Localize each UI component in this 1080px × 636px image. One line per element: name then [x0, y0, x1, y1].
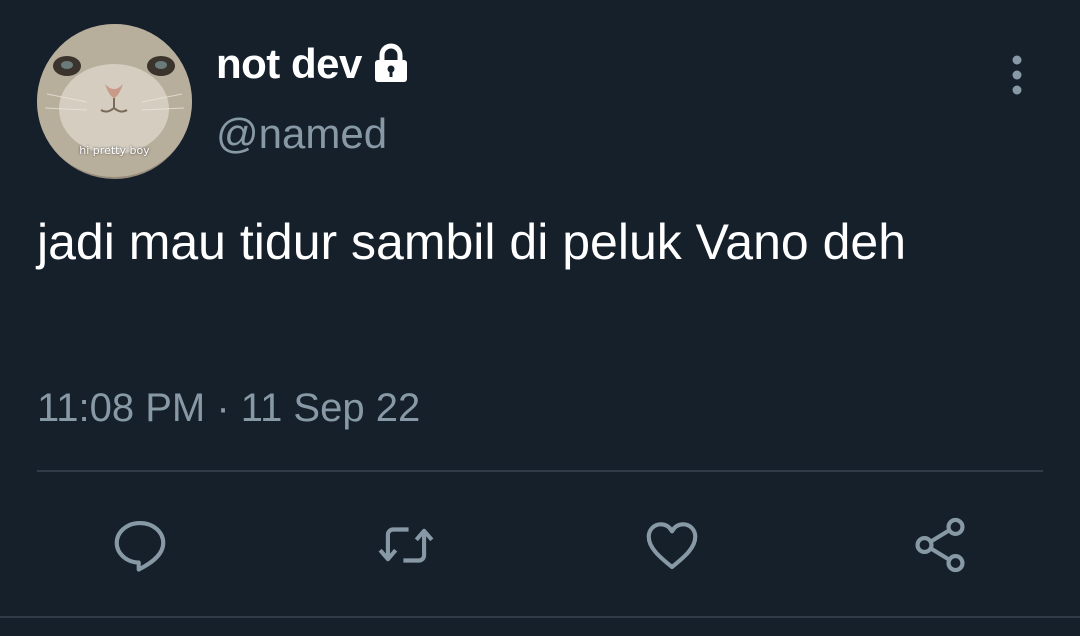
- display-name-text: not dev: [216, 40, 362, 87]
- retweet-icon: [378, 527, 434, 563]
- share-icon: [915, 517, 965, 573]
- avatar-caption: hi pretty boy: [79, 144, 150, 157]
- retweet-button[interactable]: [366, 505, 446, 585]
- tweet-detail: hi pretty boy not dev @named jadi mau ti…: [0, 0, 1080, 636]
- lock-icon: [370, 43, 412, 85]
- reply-icon: [114, 520, 166, 572]
- action-bar: [0, 505, 1080, 585]
- display-name[interactable]: not dev: [216, 40, 412, 88]
- like-button[interactable]: [632, 505, 712, 585]
- bottom-divider: [0, 616, 1080, 618]
- share-button[interactable]: [900, 505, 980, 585]
- reply-button[interactable]: [100, 505, 180, 585]
- avatar[interactable]: hi pretty boy: [37, 24, 192, 179]
- tweet-text: jadi mau tidur sambil di peluk Vano deh: [37, 214, 907, 270]
- tweet-timestamp[interactable]: 11:08 PM · 11 Sep 22: [37, 386, 420, 431]
- user-handle[interactable]: @named: [216, 110, 387, 158]
- more-vertical-icon[interactable]: [1001, 55, 1033, 95]
- divider: [37, 470, 1043, 472]
- heart-icon: [646, 522, 698, 570]
